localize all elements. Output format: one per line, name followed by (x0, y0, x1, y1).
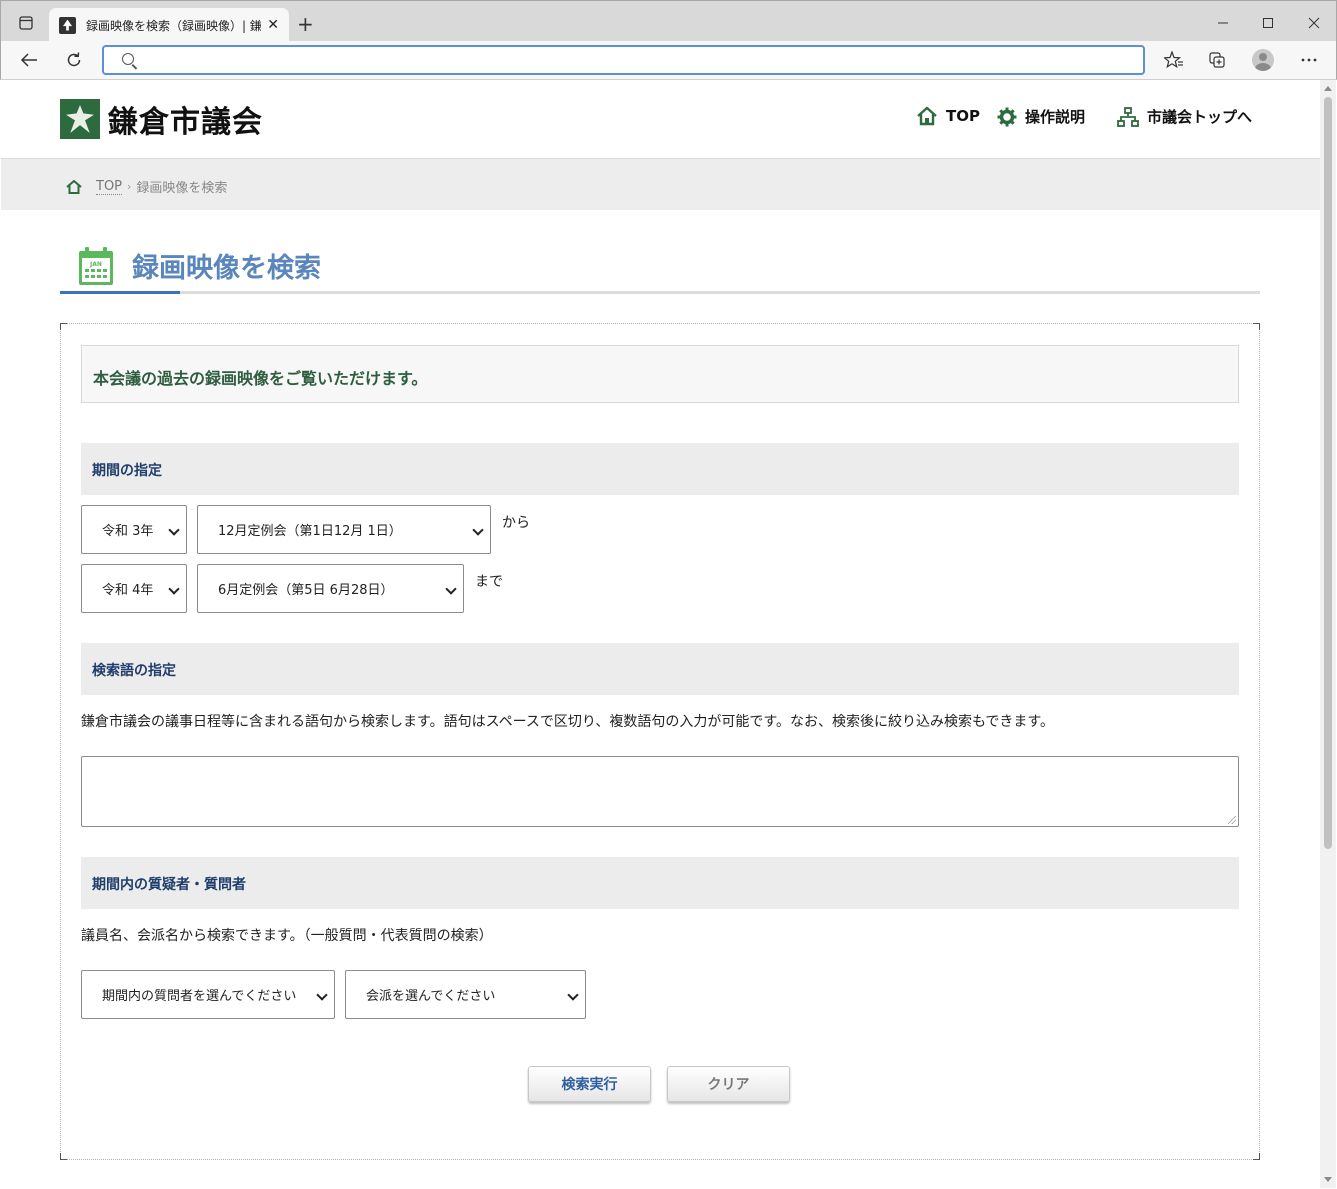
site-logo[interactable]: 鎌倉市議会 (60, 97, 263, 141)
calendar-icon: JAN (79, 247, 113, 285)
calendar-month-label: JAN (89, 261, 102, 268)
browser-tab-bar: 録画映像を検索（録画映像）| 鎌倉市議会 ✕ + (0, 0, 1337, 42)
search-icon (122, 53, 134, 65)
from-year-select[interactable]: 令和 3年 (81, 505, 187, 554)
browser-tab[interactable]: 録画映像を検索（録画映像）| 鎌倉市議会 ✕ (49, 8, 289, 42)
breadcrumb: TOP › 録画映像を検索 (1, 158, 1320, 210)
home-icon (917, 106, 937, 126)
speaker-heading: 期間内の質疑者・質問者 (81, 857, 1239, 909)
sitemap-icon (1117, 106, 1139, 127)
back-icon[interactable] (18, 49, 40, 71)
site-header: 鎌倉市議会 TOP 操作説明 市議会トップへ (1, 80, 1320, 158)
page-title-text: 録画映像を検索 (132, 253, 321, 284)
nav-top[interactable]: TOP (916, 106, 980, 126)
from-suffix: から (502, 515, 530, 531)
member-select[interactable]: 期間内の質問者を選んでください (81, 970, 335, 1019)
nav-guide-label: 操作説明 (1025, 108, 1086, 126)
resize-handle-icon[interactable] (1228, 816, 1236, 824)
tab-actions-icon[interactable] (16, 13, 36, 33)
page-title: JAN 録画映像を検索 (60, 240, 1260, 294)
scroll-down-icon[interactable] (1324, 1177, 1332, 1182)
faction-select[interactable]: 会派を選んでください (345, 970, 586, 1019)
window-close-icon[interactable] (1304, 13, 1324, 33)
to-session-select[interactable]: 6月定例会（第5日 6月28日） (197, 564, 464, 613)
search-button[interactable]: 検索実行 (528, 1066, 651, 1102)
nav-guide[interactable]: 操作説明 (997, 106, 1085, 127)
more-menu-icon[interactable] (1298, 49, 1320, 71)
tab-close-icon[interactable]: ✕ (267, 17, 279, 33)
gear-icon (997, 107, 1017, 126)
breadcrumb-current: 録画映像を検索 (136, 181, 228, 196)
nav-council-top-label: 市議会トップへ (1147, 108, 1253, 126)
breadcrumb-separator: › (127, 180, 132, 193)
page-viewport: 鎌倉市議会 TOP 操作説明 市議会トップへ TOP › 録画映像を検索 JAN… (1, 80, 1336, 1188)
collections-icon[interactable] (1206, 49, 1228, 71)
intro-message: 本会議の過去の録画映像をご覧いただけます。 (81, 345, 1239, 403)
maximize-icon[interactable] (1258, 13, 1278, 33)
keyword-description: 鎌倉市議会の議事日程等に含まれる語句から検索します。語句はスペースで区切り、複数… (81, 714, 1054, 730)
new-tab-icon[interactable]: + (297, 14, 314, 34)
site-favicon-icon (59, 16, 76, 34)
to-year-select[interactable]: 令和 4年 (81, 564, 187, 613)
home-icon[interactable] (66, 179, 82, 194)
scroll-up-icon[interactable] (1324, 86, 1332, 91)
nav-council-top[interactable]: 市議会トップへ (1117, 106, 1252, 127)
keyword-heading: 検索語の指定 (81, 643, 1239, 695)
bamboo-crest-icon (60, 99, 100, 139)
page-scrollbar[interactable] (1320, 80, 1336, 1188)
tab-title: 録画映像を検索（録画映像）| 鎌倉市議会 (86, 18, 261, 33)
search-form: 本会議の過去の録画映像をご覧いただけます。 期間の指定 令和 3年 12月定例会… (60, 323, 1260, 1160)
logo-text: 鎌倉市議会 (108, 105, 263, 140)
from-session-select[interactable]: 12月定例会（第1日12月 1日） (197, 505, 491, 554)
scroll-thumb[interactable] (1324, 97, 1332, 849)
browser-toolbar (0, 41, 1337, 80)
profile-avatar-icon[interactable] (1252, 49, 1274, 71)
refresh-icon[interactable] (63, 49, 85, 71)
nav-top-label: TOP (946, 107, 980, 125)
favorites-icon[interactable] (1163, 49, 1185, 71)
speaker-description: 議員名、会派名から検索できます。（一般質問・代表質問の検索） (81, 928, 493, 944)
period-heading: 期間の指定 (81, 443, 1239, 495)
address-bar[interactable] (102, 45, 1145, 75)
to-suffix: まで (475, 574, 503, 590)
keyword-textarea[interactable] (81, 756, 1239, 827)
breadcrumb-top-link[interactable]: TOP (96, 179, 123, 195)
minimize-icon[interactable] (1213, 13, 1233, 33)
clear-button[interactable]: クリア (667, 1066, 790, 1102)
